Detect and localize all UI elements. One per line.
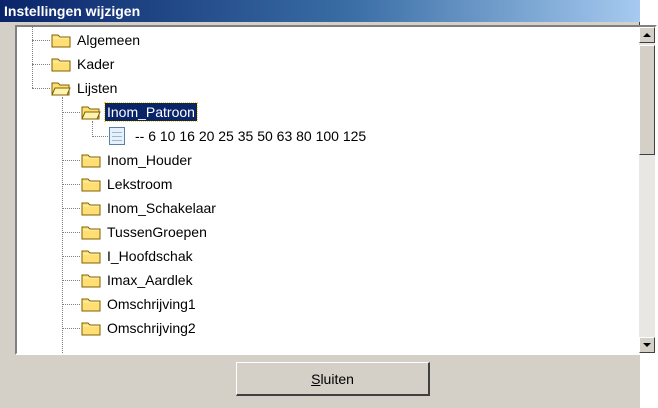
folder-open-icon [51,80,71,96]
scroll-up-button[interactable] [639,27,655,43]
folder-closed-icon [81,152,101,168]
tree-connector-line [32,40,50,41]
tree-node-label: Inom_Schakelaar [107,200,216,216]
folder-open-icon [81,104,101,120]
close-button-accelerator: S [311,370,321,387]
tree-node[interactable]: Inom_Patroon [81,101,198,123]
tree-viewport: Algemeen Kader Lijsten Inom_Patroon -- 6 10 … [17,27,639,353]
folder-closed-icon [81,272,101,288]
folder-closed-icon [81,176,101,192]
tree-node-label: TussenGroepen [107,224,207,240]
tree-node-label: Inom_Patroon [104,102,198,122]
tree-connector-line [62,97,63,353]
dialog-footer: Sluiten [0,355,640,408]
tree-node-label: -- 6 10 16 20 25 35 50 63 80 100 125 [135,128,367,144]
tree-connector-line [62,208,80,209]
folder-closed-icon [81,224,101,240]
arrow-up-icon [643,33,651,37]
settings-tree[interactable]: Algemeen Kader Lijsten Inom_Patroon -- 6 10 … [15,25,657,355]
folder-closed-icon [51,32,71,48]
tree-node-label: Omschrijving2 [107,320,196,336]
arrow-down-icon [643,343,651,347]
vertical-scrollbar[interactable] [639,27,655,353]
tree-node[interactable]: Kader [51,53,116,75]
dialog-window: Instellingen wijzigen Algemeen Kader Lijst… [0,0,657,408]
tree-connector-line [32,88,50,89]
folder-closed-icon [81,320,101,336]
tree-node-label: Lijsten [77,80,118,96]
tree-node[interactable]: Omschrijving2 [81,317,198,339]
tree-node-label: Inom_Houder [107,152,192,168]
folder-closed-icon [51,56,71,72]
tree-connector-line [62,184,80,185]
tree-node[interactable]: Imax_Aardlek [81,269,195,291]
tree-connector-line [62,232,80,233]
tree-connector-line [62,160,80,161]
tree-node-label: Omschrijving1 [107,296,196,312]
tree-node[interactable]: Inom_Houder [81,149,194,171]
title-bar[interactable]: Instellingen wijzigen [0,0,640,22]
tree-node[interactable]: Omschrijving1 [81,293,198,315]
tree-connector-line [32,64,50,65]
tree-node-label: Algemeen [77,32,141,48]
tree-node-label: Lekstroom [107,176,173,192]
tree-node[interactable]: I_Hoofdschak [81,245,195,267]
tree-node[interactable]: Inom_Schakelaar [81,197,218,219]
tree-connector-line [62,280,80,281]
window-title: Instellingen wijzigen [4,3,141,19]
tree-node[interactable]: Lijsten [51,77,119,99]
tree-connector-line [62,328,80,329]
close-button[interactable]: Sluiten [236,362,430,396]
tree-connector-line [32,27,33,88]
tree-node[interactable]: Algemeen [51,29,142,51]
tree-node-label: Kader [77,56,115,72]
tree-node-label: Imax_Aardlek [107,272,193,288]
list-item-icon [109,127,125,145]
tree-node[interactable]: Lekstroom [81,173,174,195]
tree-node[interactable]: TussenGroepen [81,221,209,243]
scroll-thumb[interactable] [639,45,655,155]
tree-node[interactable]: -- 6 10 16 20 25 35 50 63 80 100 125 [109,125,368,147]
folder-closed-icon [81,248,101,264]
tree-node-label: I_Hoofdschak [107,248,193,264]
scroll-down-button[interactable] [639,337,655,353]
tree-connector-line [92,136,108,137]
folder-closed-icon [81,200,101,216]
tree-connector-line [62,112,80,113]
folder-closed-icon [81,296,101,312]
tree-connector-line [92,121,93,137]
tree-connector-line [62,256,80,257]
close-button-label: luiten [320,370,354,387]
tree-connector-line [62,304,80,305]
